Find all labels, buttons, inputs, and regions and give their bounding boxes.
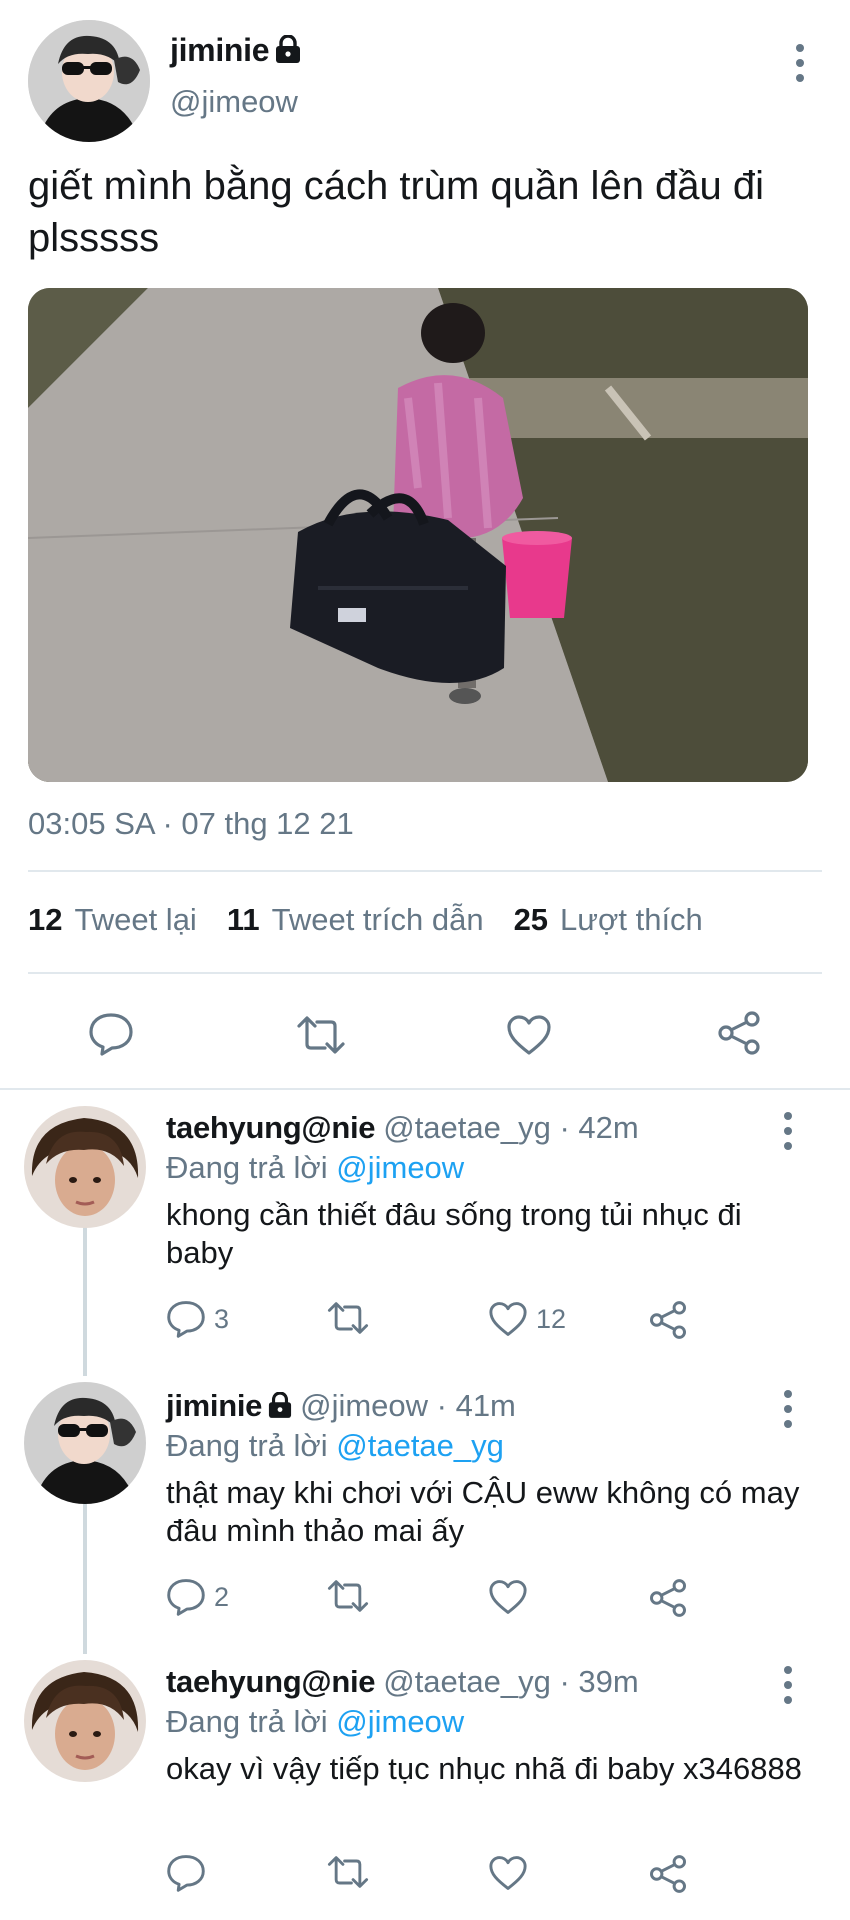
replying-prefix: Đang trả lời xyxy=(166,1150,328,1185)
tweet-actions xyxy=(0,1004,850,1064)
replying-prefix: Đang trả lời xyxy=(166,1704,328,1739)
reply-icon[interactable] xyxy=(166,1854,206,1892)
like-icon[interactable] xyxy=(488,1855,528,1891)
stat-label: Tweet trích dẫn xyxy=(271,902,484,937)
display-name[interactable]: jiminie xyxy=(166,1388,262,1423)
reply-text: okay vì vậy tiếp tục nhục nhã đi baby x3… xyxy=(166,1751,802,1786)
stat-count: 25 xyxy=(513,902,549,937)
retweet-stat[interactable]: 12 Tweet lại xyxy=(28,902,197,938)
stat-count: 12 xyxy=(28,902,63,937)
like-icon[interactable] xyxy=(488,1579,528,1615)
divider xyxy=(28,870,822,872)
quote-tweet-stat[interactable]: 11 Tweet trích dẫn xyxy=(227,902,484,938)
replying-to: Đang trả lời @taetae_yg xyxy=(166,1428,504,1464)
reply-count: 3 xyxy=(214,1304,230,1334)
retweet-icon[interactable] xyxy=(295,1014,347,1056)
more-options-icon[interactable] xyxy=(782,1390,794,1428)
handle-time: @jimeow · 41m xyxy=(300,1388,516,1423)
display-name[interactable]: jiminie xyxy=(170,32,301,71)
reply-text: thật may khi chơi với CẬU eww không có m… xyxy=(166,1475,800,1548)
replying-to: Đang trả lời @jimeow xyxy=(166,1704,464,1740)
reply-actions: 3 12 xyxy=(0,1300,850,1340)
main-tweet: jiminie @jimeow giết mình bằng cách trùm… xyxy=(0,0,850,1088)
divider xyxy=(28,972,822,974)
share-icon[interactable] xyxy=(648,1854,688,1894)
stat-label: Tweet lại xyxy=(74,902,197,937)
reply-tweet[interactable]: jiminie @jimeow · 41m Đang trả lời @taeta… xyxy=(0,1378,850,1652)
display-name[interactable]: taehyung@nie xyxy=(166,1110,376,1145)
reply-header: jiminie @jimeow · 41m xyxy=(166,1388,516,1426)
mention-link[interactable]: @jimeow xyxy=(336,1150,464,1185)
more-options-icon[interactable] xyxy=(782,1112,794,1150)
reply-icon[interactable] xyxy=(166,1300,206,1338)
like-count: 12 xyxy=(536,1304,567,1334)
mention-link[interactable]: @jimeow xyxy=(336,1704,464,1739)
mention-link[interactable]: @taetae_yg xyxy=(336,1428,504,1463)
handle[interactable]: @jimeow xyxy=(170,84,298,120)
reply-header: taehyung@nie @taetae_yg · 42m xyxy=(166,1110,639,1146)
tweet-image[interactable] xyxy=(28,288,808,782)
reply-icon[interactable] xyxy=(88,1012,134,1056)
divider xyxy=(0,1088,850,1090)
reply-tweet[interactable]: taehyung@nie @taetae_yg · 42m Đang trả lờ… xyxy=(0,1100,850,1374)
share-icon[interactable] xyxy=(648,1578,688,1618)
like-stat[interactable]: 25 Lượt thích xyxy=(514,902,703,938)
reply-actions: 2 xyxy=(0,1578,850,1618)
replying-prefix: Đang trả lời xyxy=(166,1428,328,1463)
lock-icon xyxy=(275,34,301,71)
avatar[interactable] xyxy=(24,1660,146,1782)
display-name[interactable]: taehyung@nie xyxy=(166,1664,376,1699)
engagement-stats: 12 Tweet lại 11 Tweet trích dẫn 25 Lượt thí… xyxy=(28,902,733,938)
reply-header: taehyung@nie @taetae_yg · 39m xyxy=(166,1664,639,1700)
reply-icon[interactable] xyxy=(166,1578,206,1616)
avatar[interactable] xyxy=(24,1106,146,1228)
lock-icon xyxy=(268,1390,292,1426)
reply-tweet[interactable]: taehyung@nie @taetae_yg · 39m Đang trả lờ… xyxy=(0,1656,850,1920)
stat-count: 11 xyxy=(226,902,260,937)
retweet-icon[interactable] xyxy=(326,1300,370,1336)
timestamp[interactable]: 03:05 SA · 07 thg 12 21 xyxy=(28,806,354,842)
stat-label: Lượt thích xyxy=(560,902,703,937)
retweet-icon[interactable] xyxy=(326,1854,370,1890)
more-options-icon[interactable] xyxy=(794,44,806,82)
display-name-text: jiminie xyxy=(170,32,270,68)
reply-actions xyxy=(0,1854,850,1894)
more-options-icon[interactable] xyxy=(782,1666,794,1704)
like-icon[interactable] xyxy=(506,1014,552,1056)
handle-time: @taetae_yg · 42m xyxy=(383,1110,639,1145)
avatar[interactable] xyxy=(24,1382,146,1504)
share-icon[interactable] xyxy=(716,1010,762,1056)
like-icon[interactable] xyxy=(488,1301,528,1337)
reply-count: 2 xyxy=(214,1582,230,1612)
retweet-icon[interactable] xyxy=(326,1578,370,1614)
handle-time: @taetae_yg · 39m xyxy=(383,1664,639,1699)
tweet-text: giết mình bằng cách trùm quần lên đầu đi… xyxy=(28,164,765,260)
share-icon[interactable] xyxy=(648,1300,688,1340)
reply-text: khong cần thiết đâu sống trong tủi nhục … xyxy=(166,1197,742,1270)
replying-to: Đang trả lời @jimeow xyxy=(166,1150,464,1186)
avatar[interactable] xyxy=(28,20,150,142)
